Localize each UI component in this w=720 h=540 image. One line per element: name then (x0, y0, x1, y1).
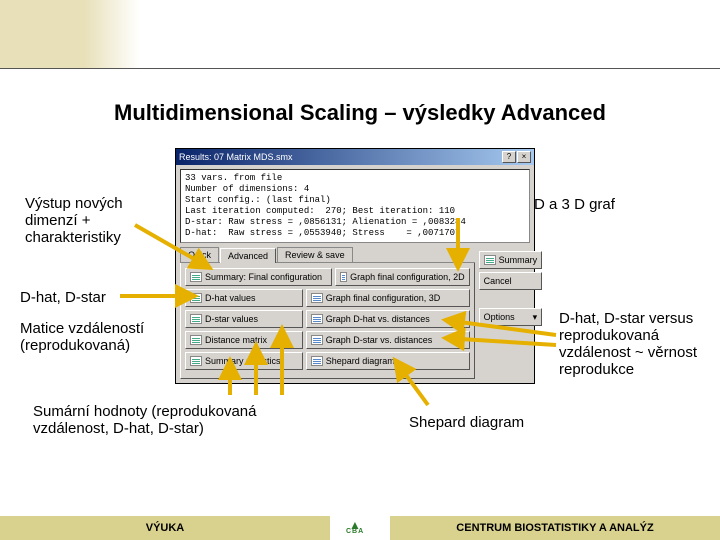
chart-icon (311, 314, 323, 324)
annotation-shepard: Shepard diagram (409, 414, 609, 431)
tab-advanced[interactable]: Advanced (220, 248, 276, 263)
footer-right: CENTRUM BIOSTATISTIKY A ANALÝZ (390, 516, 720, 540)
chart-icon (311, 356, 323, 366)
shepard-diagram-button[interactable]: Shepard diagram (306, 352, 470, 370)
annotation-dhat-dstar: D-hat, D-star (20, 289, 160, 306)
divider (0, 68, 720, 69)
dstar-values-button[interactable]: D-star values (185, 310, 303, 328)
graph-3d-button[interactable]: Graph final configuration, 3D (306, 289, 470, 307)
sheet-icon (484, 255, 496, 265)
tab-strip: Quick Advanced Review & save (180, 247, 475, 263)
help-button[interactable]: ? (502, 151, 516, 163)
sheet-icon (190, 293, 202, 303)
annotation-dhat-vs-distance: D-hat, D-star versus reprodukovaná vzdál… (559, 310, 709, 378)
page-title: Multidimensional Scaling – výsledky Adva… (0, 100, 720, 126)
dialog-title-text: Results: 07 Matrix MDS.smx (179, 152, 293, 162)
footer: VÝUKA CENTRUM BIOSTATISTIKY A ANALÝZ (0, 516, 720, 540)
options-button[interactable]: Options▾ (479, 308, 543, 326)
chart-icon (311, 335, 323, 345)
footer-logo (330, 516, 390, 540)
graph-dhat-distance-button[interactable]: Graph D-hat vs. distances (306, 310, 470, 328)
close-button[interactable]: × (517, 151, 531, 163)
final-configuration-button[interactable]: Summary: Final configuration (185, 268, 332, 286)
sheet-icon (190, 272, 202, 282)
sheet-icon (190, 314, 202, 324)
cba-logo-icon (346, 520, 374, 536)
slide-accent (0, 0, 140, 68)
summary-statistics-button[interactable]: Summary statistics (185, 352, 303, 370)
chart-icon (311, 293, 323, 303)
graph-dstar-distance-button[interactable]: Graph D-star vs. distances (306, 331, 470, 349)
tab-quick[interactable]: Quick (180, 247, 219, 262)
summary-button[interactable]: Summary (479, 251, 543, 269)
footer-left: VÝUKA (0, 516, 330, 540)
advanced-panel: Summary: Final configuration Graph final… (180, 263, 475, 379)
tab-review-save[interactable]: Review & save (277, 247, 353, 262)
annotation-new-dimensions: Výstup nových dimenzí + charakteristiky (25, 195, 165, 246)
results-dialog: Results: 07 Matrix MDS.smx ? × 33 vars. … (175, 148, 535, 384)
cancel-button[interactable]: Cancel (479, 272, 543, 290)
chevron-down-icon: ▾ (533, 312, 538, 323)
sheet-icon (190, 356, 202, 366)
sheet-icon (190, 335, 202, 345)
info-panel: 33 vars. from file Number of dimensions:… (180, 169, 530, 243)
graph-2d-button[interactable]: Graph final configuration, 2D (335, 268, 470, 286)
annotation-distance-matrix: Matice vzdáleností (reprodukovaná) (20, 320, 170, 354)
annotation-summary-values: Sumární hodnoty (reprodukovaná vzdálenos… (33, 403, 313, 437)
dhat-values-button[interactable]: D-hat values (185, 289, 303, 307)
dialog-titlebar[interactable]: Results: 07 Matrix MDS.smx ? × (176, 149, 534, 165)
distance-matrix-button[interactable]: Distance matrix (185, 331, 303, 349)
chart-icon (340, 272, 347, 282)
